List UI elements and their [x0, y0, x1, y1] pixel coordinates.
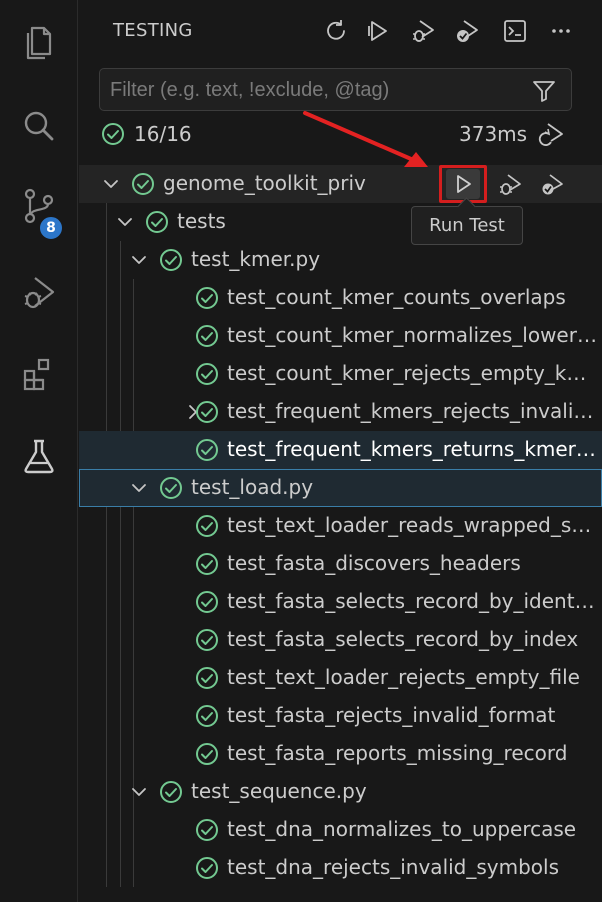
source-control-badge: 8 — [38, 215, 64, 241]
pass-icon — [195, 514, 219, 538]
test-item[interactable]: test_text_loader_rejects_empty_file — [79, 659, 602, 697]
refresh-icon[interactable] — [320, 15, 352, 47]
test-name: test_dna_normalizes_to_uppercase — [227, 817, 577, 841]
pass-icon — [195, 438, 219, 462]
tree-root-label: genome_toolkit_priv — [163, 171, 366, 195]
test-file-item-label: test_kmer.py — [191, 247, 321, 271]
tree-root[interactable]: genome_toolkit_priv — [79, 165, 602, 203]
chevron-down-icon[interactable] — [129, 250, 149, 270]
run-coverage-icon[interactable] — [451, 15, 483, 47]
test-name: test_count_kmer_rejects_empty_km… — [227, 361, 597, 385]
test-item[interactable]: test_fasta_selects_record_by_index — [79, 621, 602, 659]
pass-icon — [101, 122, 125, 146]
test-file-item-label: test_sequence.py — [191, 779, 367, 803]
test-item[interactable]: test_text_loader_reads_wrapped_se… — [79, 507, 602, 545]
search-icon[interactable] — [0, 86, 78, 166]
test-item[interactable]: test_dna_rejects_invalid_symbols — [79, 849, 602, 887]
pass-icon — [131, 172, 155, 196]
pass-icon — [195, 400, 219, 424]
pass-icon — [195, 362, 219, 386]
test-file-item[interactable]: test_sequence.py — [79, 773, 602, 811]
test-item[interactable]: test_frequent_kmers_rejects_invalid… — [79, 393, 602, 431]
tree-folder-label: tests — [177, 209, 226, 233]
test-item[interactable]: test_fasta_discovers_headers — [79, 545, 602, 583]
test-name: test_fasta_selects_record_by_identi… — [227, 589, 597, 613]
pass-icon — [195, 552, 219, 576]
chevron-down-icon[interactable] — [115, 212, 135, 232]
debug-icon — [500, 174, 521, 195]
test-item[interactable]: test_count_kmer_rejects_empty_km… — [79, 355, 602, 393]
run-debug-icon[interactable] — [0, 252, 78, 332]
activity-bar: 8 — [0, 0, 78, 902]
test-name: test_fasta_rejects_invalid_format — [227, 703, 556, 727]
test-item[interactable]: test_count_kmer_normalizes_lower… — [79, 317, 602, 355]
pass-icon — [195, 742, 219, 766]
run-test-button[interactable] — [439, 165, 487, 203]
coverage-test-button[interactable] — [537, 169, 567, 199]
tree-folder[interactable]: tests — [79, 203, 602, 241]
extensions-icon[interactable] — [0, 334, 78, 414]
chevron-down-icon[interactable] — [101, 174, 121, 194]
filter-icon[interactable] — [531, 78, 557, 104]
pass-icon — [195, 590, 219, 614]
test-name: test_count_kmer_normalizes_lower… — [227, 323, 597, 347]
play-icon — [457, 175, 471, 193]
pass-icon — [195, 818, 219, 842]
test-name: test_fasta_reports_missing_record — [227, 741, 568, 765]
testing-panel: TESTING 16/16 373ms genome_toolk — [79, 0, 602, 902]
test-item[interactable]: test_fasta_rejects_invalid_format — [79, 697, 602, 735]
more-icon[interactable] — [545, 15, 577, 47]
pass-icon — [195, 324, 219, 348]
chevron-down-icon[interactable] — [129, 782, 149, 802]
test-item[interactable]: test_fasta_selects_record_by_identi… — [79, 583, 602, 621]
chevron-down-icon[interactable] — [129, 478, 149, 498]
test-count: 16/16 — [134, 122, 192, 146]
test-name: test_text_loader_rejects_empty_file — [227, 665, 580, 689]
test-summary: 16/16 373ms — [79, 116, 602, 154]
coverage-icon — [542, 174, 563, 195]
test-item[interactable]: test_frequent_kmers_returns_kmer… — [79, 431, 602, 469]
pass-icon — [195, 704, 219, 728]
test-item[interactable]: test_dna_normalizes_to_uppercase — [79, 811, 602, 849]
test-name: test_dna_rejects_invalid_symbols — [227, 855, 560, 879]
test-file-item[interactable]: test_kmer.py — [79, 241, 602, 279]
source-control-icon[interactable]: 8 — [0, 166, 78, 246]
pass-icon — [159, 248, 183, 272]
pass-icon — [195, 628, 219, 652]
test-item[interactable]: test_count_kmer_counts_overlaps — [79, 279, 602, 317]
test-name: test_count_kmer_counts_overlaps — [227, 285, 566, 309]
test-name: test_text_loader_reads_wrapped_se… — [227, 513, 597, 537]
pass-icon — [159, 476, 183, 500]
pass-icon — [195, 856, 219, 880]
run-all-icon[interactable] — [363, 15, 395, 47]
debug-all-icon[interactable] — [407, 15, 439, 47]
test-file-item-label: test_load.py — [191, 475, 314, 499]
terminal-icon[interactable] — [499, 15, 531, 47]
pass-icon — [195, 286, 219, 310]
rerun-icon[interactable] — [537, 120, 565, 148]
test-duration: 373ms — [459, 122, 528, 146]
filter-input[interactable] — [110, 77, 510, 103]
debug-test-button[interactable] — [495, 169, 525, 199]
panel-title: TESTING — [113, 20, 193, 41]
pass-icon — [145, 210, 169, 234]
testing-icon[interactable] — [0, 416, 78, 496]
row-actions — [439, 165, 569, 203]
test-name: test_fasta_selects_record_by_index — [227, 627, 579, 651]
test-tree: genome_toolkit_privtests test_kmer.pytest… — [79, 165, 602, 902]
filter-box — [99, 68, 572, 111]
explorer-icon[interactable] — [0, 2, 78, 82]
test-name: test_frequent_kmers_rejects_invalid… — [227, 399, 597, 423]
test-name: test_fasta_discovers_headers — [227, 551, 521, 575]
panel-header: TESTING — [79, 0, 602, 62]
pass-icon — [195, 666, 219, 690]
pass-icon — [159, 780, 183, 804]
run-test-tooltip: Run Test — [411, 206, 523, 245]
test-item[interactable]: test_fasta_reports_missing_record — [79, 735, 602, 773]
test-file-item[interactable]: test_load.py — [79, 469, 602, 507]
test-name: test_frequent_kmers_returns_kmer… — [227, 437, 596, 461]
